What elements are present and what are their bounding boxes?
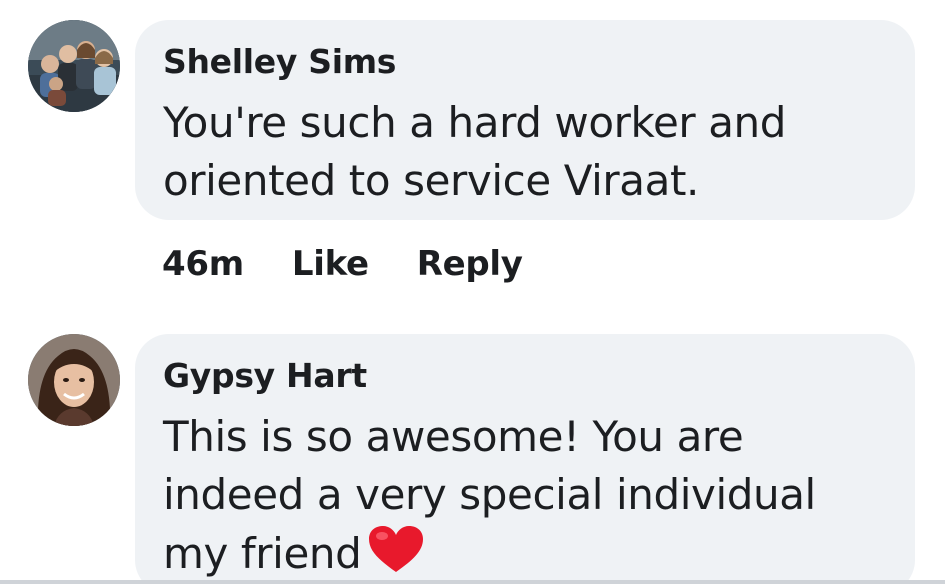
comment-text-line: indeed a very special individual	[163, 470, 816, 519]
comment-text: You're such a hard worker and oriented t…	[163, 94, 883, 210]
comment-thread: Shelley Sims You're such a hard worker a…	[0, 0, 945, 584]
like-button[interactable]: Like	[292, 244, 369, 284]
comment-text-line-last: my friend	[163, 524, 883, 584]
comment-text: This is so awesome! You are indeed a ver…	[163, 408, 883, 584]
reply-button[interactable]: Reply	[417, 244, 523, 284]
comment-item: Gypsy Hart This is so awesome! You are i…	[0, 318, 945, 584]
avatar[interactable]	[28, 20, 120, 112]
woman-photo-avatar-icon	[28, 334, 120, 426]
red-heart-icon	[367, 524, 425, 584]
comment-text-line: You're such a hard worker and	[163, 98, 787, 147]
divider	[0, 580, 945, 584]
comment-bubble: Gypsy Hart This is so awesome! You are i…	[135, 334, 915, 584]
comment-author[interactable]: Shelley Sims	[163, 42, 396, 81]
avatar[interactable]	[28, 334, 120, 426]
comment-text-line: my friend	[163, 529, 362, 578]
comment-text-line: oriented to service Viraat.	[163, 156, 699, 205]
comment-author[interactable]: Gypsy Hart	[163, 356, 367, 395]
comment-actions: 46m Like Reply	[162, 240, 523, 288]
comment-text-line: This is so awesome! You are	[163, 412, 744, 461]
comment-bubble: Shelley Sims You're such a hard worker a…	[135, 20, 915, 220]
comment-item: Shelley Sims You're such a hard worker a…	[0, 0, 945, 300]
comment-timestamp[interactable]: 46m	[162, 244, 244, 284]
group-photo-avatar-icon	[28, 20, 120, 112]
